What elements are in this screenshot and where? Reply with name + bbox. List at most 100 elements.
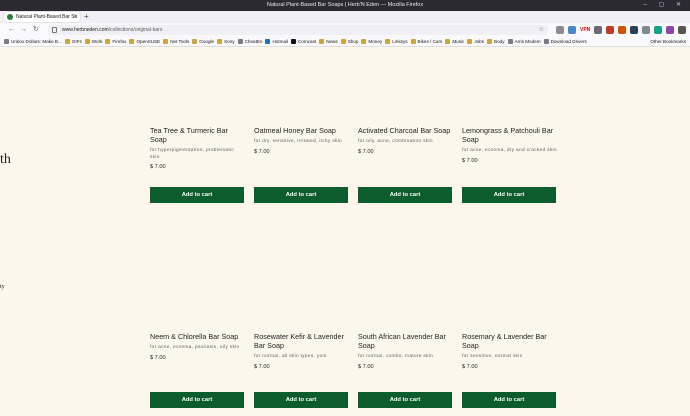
bookmark-folder[interactable]: Google [192,39,214,44]
comcast-icon [291,39,297,44]
extension-icon[interactable] [666,26,675,34]
back-button[interactable]: ← [8,23,15,37]
product-name[interactable]: Activated Charcoal Bar Soap [358,126,453,135]
add-to-cart-button[interactable]: Add to cart [462,392,556,408]
pocket-icon[interactable] [556,26,564,34]
bookmark-icon [507,39,513,44]
product-card[interactable]: Activated Charcoal Bar Soap for oily, ac… [358,126,453,155]
bookmark-item[interactable]: Unbox Dollars: Make B... [4,39,62,44]
cropped-text: ty [0,284,5,290]
product-price: $ 7.00 [462,157,478,164]
extension-icon[interactable] [654,26,663,34]
product-name[interactable]: Rosewater Kefir & Lavender Bar Soap [254,332,349,350]
folder-icon [361,39,367,44]
folder-icon [192,39,198,44]
bookmark-item[interactable]: Hotmail [265,39,288,44]
product-name[interactable]: Tea Tree & Turmeric Bar Soap [150,126,245,144]
extension-icon[interactable] [630,26,639,34]
bookmark-folder[interactable]: Bikes / Cars [410,39,442,44]
product-name[interactable]: Rosemary & Lavender Bar Soap [462,332,557,350]
product-description: for normal, all skin types, yoni [254,354,327,359]
window-title: Natural Plant-Based Bar Soaps | Herb'N E… [266,2,424,8]
bookmark-item[interactable]: Download Drivers [543,39,587,44]
download-icon[interactable] [568,26,576,34]
product-description: for acne, eczema, psoriasis, oily skin [150,345,240,350]
forward-button[interactable]: → [20,23,27,37]
folder-icon [217,39,223,44]
product-name[interactable]: Oatmeal Honey Bar Soap [254,126,349,135]
bookmark-folder[interactable]: News [319,39,338,44]
add-to-cart-button[interactable]: Add to cart [358,392,452,408]
adblock-icon[interactable] [606,26,615,34]
product-card[interactable]: Tea Tree & Turmeric Bar Soap for hyperpi… [150,126,245,170]
add-to-cart-button[interactable]: Add to cart [150,187,244,203]
product-description: for acne, eczema, dry and cracked skin [462,148,557,153]
add-to-cart-button[interactable]: Add to cart [462,187,556,203]
page-content: th ty Tea Tree & Turmeric Bar Soap for h… [0,48,690,416]
folder-icon [445,39,451,44]
bookmark-folder[interactable]: Music [445,39,464,44]
reload-button[interactable]: ↻ [33,23,39,37]
add-to-cart-button[interactable]: Add to cart [358,187,452,203]
other-bookmarks[interactable]: Other Bookmarks [650,37,686,47]
bookmark-item[interactable]: Arris Modem [507,39,541,44]
extension-icon[interactable] [594,26,603,34]
cropped-heading-text: th [0,152,11,167]
new-tab-button[interactable]: + [84,11,89,23]
product-card[interactable]: Neem & Chlorella Bar Soap for acne, ecze… [150,332,245,361]
bookmark-star-icon[interactable]: ☆ [539,25,544,35]
product-price: $ 7.00 [254,148,270,155]
bookmark-folder[interactable]: OpenSUSE [129,39,160,44]
product-card[interactable]: South African Lavender Bar Soap for norm… [358,332,453,370]
add-to-cart-button[interactable]: Add to cart [254,392,348,408]
product-name[interactable]: Neem & Chlorella Bar Soap [150,332,245,341]
add-to-cart-button[interactable]: Add to cart [150,392,244,408]
bookmark-folder[interactable]: Net Tools [163,39,189,44]
close-icon[interactable]: × [73,12,77,22]
folder-icon [319,39,325,44]
folder-icon [64,39,70,44]
bookmark-item[interactable]: Comcast [291,39,316,44]
add-to-cart-button[interactable]: Add to cart [254,187,348,203]
window-titlebar: Natural Plant-Based Bar Soaps | Herb'N E… [0,0,690,11]
bookmark-folder[interactable]: GIFs [64,39,82,44]
bookmark-folder[interactable]: Firefox [105,39,126,44]
folder-icon [163,39,169,44]
bookmark-folder[interactable]: Body [487,39,505,44]
bookmark-folder[interactable]: Linksys [385,39,408,44]
product-description: for oily, acne, combination skin [358,139,433,144]
bookmarks-toolbar: Unbox Dollars: Make B... GIFs Work Firef… [0,37,690,47]
tab-strip: Natural Plant-Based Bar So × [0,11,690,23]
product-description: for hyperpigmentation, problematic skin [150,148,235,160]
bookmark-folder[interactable]: Shop [340,39,358,44]
extension-icon[interactable] [642,26,651,34]
folder-icon [340,39,346,44]
product-name[interactable]: Lemongrass & Patchouli Bar Soap [462,126,557,144]
folder-icon [487,39,493,44]
bookmark-folder[interactable]: Jobs [467,39,484,44]
extension-icon[interactable] [618,26,627,34]
window-controls[interactable]: – ▢ ✕ [644,0,686,11]
product-card[interactable]: Oatmeal Honey Bar Soap for dry, sensitiv… [254,126,349,155]
vpn-button[interactable]: VPN [580,25,590,35]
product-card[interactable]: Rosewater Kefir & Lavender Bar Soap for … [254,332,349,370]
folder-icon [385,39,391,44]
url-host: www.herbneden.com [62,27,109,33]
product-price: $ 7.00 [358,363,374,370]
url-bar[interactable]: www.herbneden.com/collections/original-b… [48,25,548,35]
folder-icon [467,39,473,44]
product-name[interactable]: South African Lavender Bar Soap [358,332,453,350]
bookmark-folder[interactable]: Sony [217,39,235,44]
product-card[interactable]: Lemongrass & Patchouli Bar Soap for acne… [462,126,557,164]
tab-active[interactable]: Natural Plant-Based Bar So × [4,12,80,22]
lock-icon [52,27,57,33]
folder-icon [129,39,135,44]
menu-icon[interactable] [678,26,687,34]
bookmark-folder[interactable]: Work [84,39,102,44]
product-card[interactable]: Rosemary & Lavender Bar Soap for sensiti… [462,332,557,370]
product-description: for dry, sensitive, irritated, itchy ski… [254,139,342,144]
bookmark-icon [237,39,243,44]
bookmark-item[interactable]: CheatEn [237,39,262,44]
bookmark-icon [4,39,9,44]
bookmark-folder[interactable]: Money [361,39,382,44]
